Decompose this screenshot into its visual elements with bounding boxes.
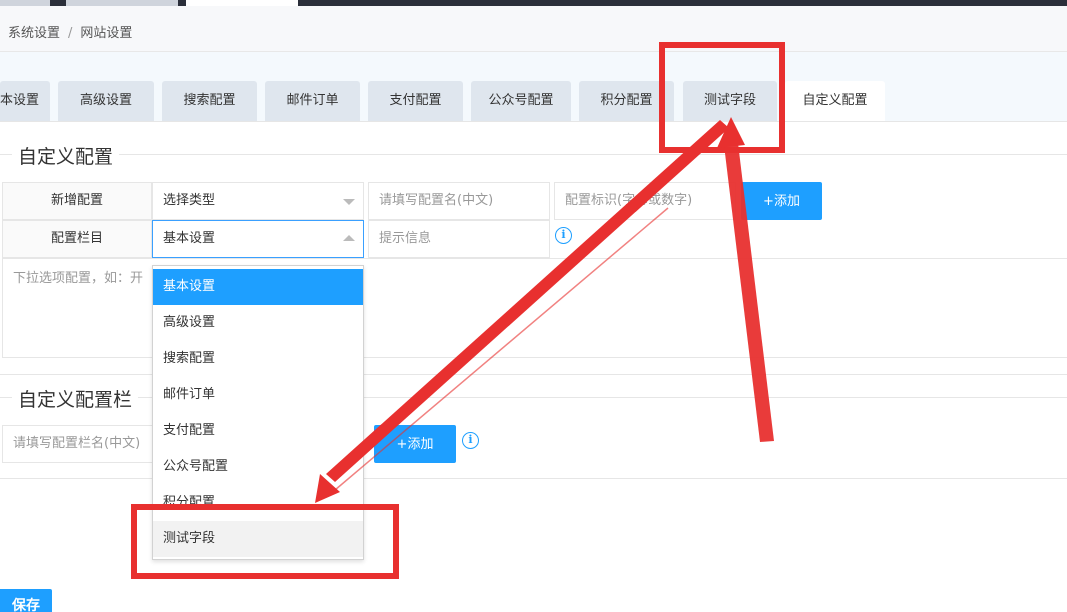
arrow-to-tab	[326, 120, 729, 482]
annotation-arrows	[315, 117, 774, 503]
arrow-to-option	[724, 143, 774, 442]
arrow-line-faint	[334, 207, 669, 491]
